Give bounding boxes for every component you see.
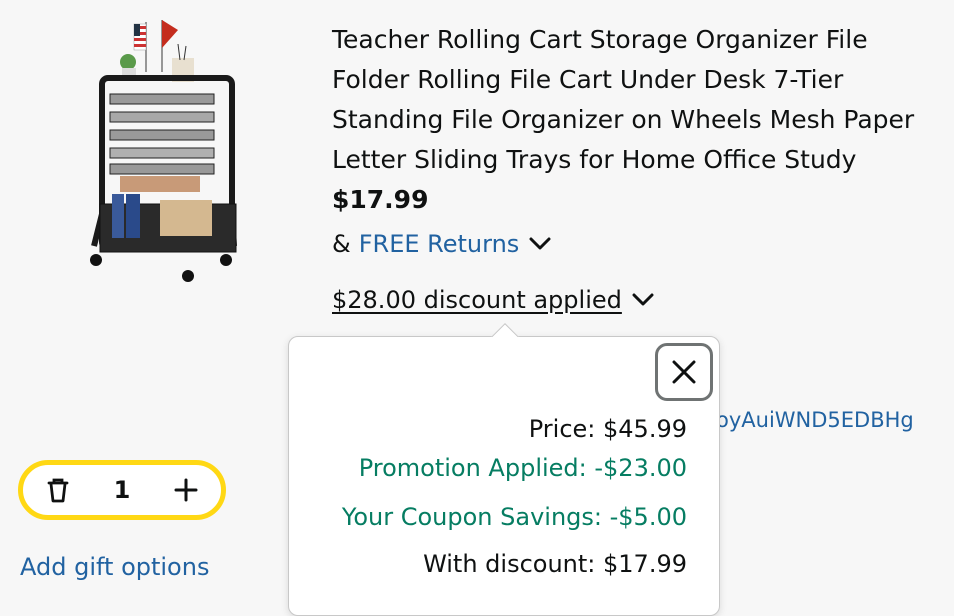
with-discount-row: With discount: $17.99 [423, 550, 687, 578]
quantity-value: 1 [113, 476, 131, 504]
promotion-row: Promotion Applied: -$23.00 [358, 454, 687, 482]
chevron-down-icon[interactable] [632, 293, 654, 307]
quantity-stepper: 1 [18, 460, 226, 520]
discount-applied-toggle[interactable]: $28.00 discount applied [332, 283, 654, 317]
close-icon [672, 360, 696, 384]
free-returns[interactable]: & FREE Returns [332, 226, 551, 262]
product-image[interactable] [84, 14, 244, 294]
returns-prefix: & [332, 230, 351, 258]
chevron-down-icon[interactable] [529, 237, 551, 251]
free-returns-link[interactable]: FREE Returns [359, 226, 520, 262]
close-button[interactable] [655, 343, 713, 401]
discount-breakdown-popover: Price: $45.99 Promotion Applied: -$23.00… [288, 336, 720, 616]
coupon-code-link[interactable]: oyAuiWND5EDBHg [716, 404, 952, 436]
product-price: $17.99 [332, 185, 429, 214]
coupon-savings-row: Your Coupon Savings: -$5.00 [341, 503, 687, 531]
plus-icon[interactable] [173, 477, 199, 503]
add-gift-options-link[interactable]: Add gift options [20, 550, 209, 584]
price-row: Price: $45.99 [528, 415, 687, 443]
trash-icon[interactable] [45, 476, 71, 504]
product-title[interactable]: Teacher Rolling Cart Storage Organizer F… [332, 20, 932, 180]
popover-arrow [489, 320, 521, 337]
discount-applied-label[interactable]: $28.00 discount applied [332, 283, 622, 317]
